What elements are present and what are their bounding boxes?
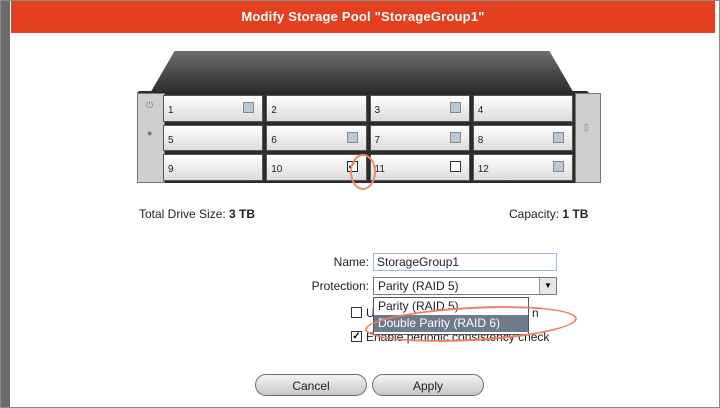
drive-bay: 5 (163, 124, 264, 152)
drive-bay-number: 6 (271, 134, 277, 146)
drive-bay: 4 (472, 95, 573, 122)
dialog-window: Modify Storage Pool "StorageGroup1" ⏻ ● … (0, 0, 720, 408)
drive-bay-number: 7 (374, 134, 381, 146)
protection-select[interactable]: Parity (RAID 5) ▼ (373, 277, 557, 295)
drive-bay-number: 1 (168, 105, 174, 116)
drive-bay: 1 (163, 95, 264, 122)
capacity-label: Capacity: (509, 207, 560, 221)
power-icon: ⏻ (146, 100, 154, 110)
drive-bay-number: 11 (374, 164, 385, 176)
drive-bay-number: 9 (168, 164, 174, 176)
drive-bay: 11 (369, 154, 470, 181)
apply-button[interactable]: Apply (372, 374, 484, 396)
drive-bay-checkbox (243, 102, 255, 113)
enclosure-right-ear: ▯ (575, 93, 601, 183)
enclosure-left-ear: ⏻ ● (137, 93, 165, 183)
drive-bay: 9 (163, 154, 264, 181)
drive-bay-number: 2 (271, 105, 277, 116)
highlight-circle (350, 154, 376, 190)
drive-bay-number: 4 (477, 105, 484, 116)
capacity: Capacity: 1 TB (509, 207, 588, 221)
drive-bay-number: 3 (374, 105, 381, 116)
drive-bay-number: 10 (271, 164, 283, 176)
option1-checkbox[interactable] (351, 307, 362, 318)
drive-bay-checkbox (449, 131, 461, 143)
drive-bay-number: 8 (477, 134, 484, 146)
window-edge (1, 1, 10, 407)
drive-bay-checkbox (346, 131, 358, 143)
dialog-title: Modify Storage Pool "StorageGroup1" (11, 1, 715, 33)
drive-bay: 3 (369, 95, 470, 122)
total-drive-size: Total Drive Size: 3 TB (139, 207, 255, 221)
drive-bay: 12 (472, 154, 573, 181)
cancel-button[interactable]: Cancel (255, 374, 367, 396)
protection-selected-value: Parity (RAID 5) (378, 279, 459, 293)
drive-bay-number: 5 (168, 134, 174, 146)
drive-bay-checkbox (553, 131, 564, 143)
chevron-down-icon[interactable]: ▼ (539, 278, 556, 294)
usb-port-icon: ▯ (584, 122, 589, 132)
drive-bay-checkbox (449, 102, 461, 113)
status-led-icon: ● (147, 128, 153, 138)
drive-bay: 7 (369, 124, 470, 152)
protection-label: Protection: (311, 279, 369, 293)
drive-bay: 8 (472, 124, 573, 152)
total-drive-size-label: Total Drive Size: (139, 207, 226, 221)
name-label: Name: (333, 255, 369, 269)
total-drive-size-value: 3 TB (229, 207, 256, 221)
drive-bay-checkbox[interactable] (449, 161, 461, 173)
drive-bay-number: 12 (477, 164, 489, 176)
drive-bay: 2 (266, 95, 367, 122)
consistency-check-checkbox[interactable]: ✓ (351, 331, 362, 342)
capacity-value: 1 TB (562, 207, 589, 221)
drive-bay: 6 (266, 124, 367, 152)
enclosure-top (149, 51, 575, 95)
name-field[interactable] (373, 253, 557, 271)
drive-bay-checkbox (553, 161, 564, 173)
